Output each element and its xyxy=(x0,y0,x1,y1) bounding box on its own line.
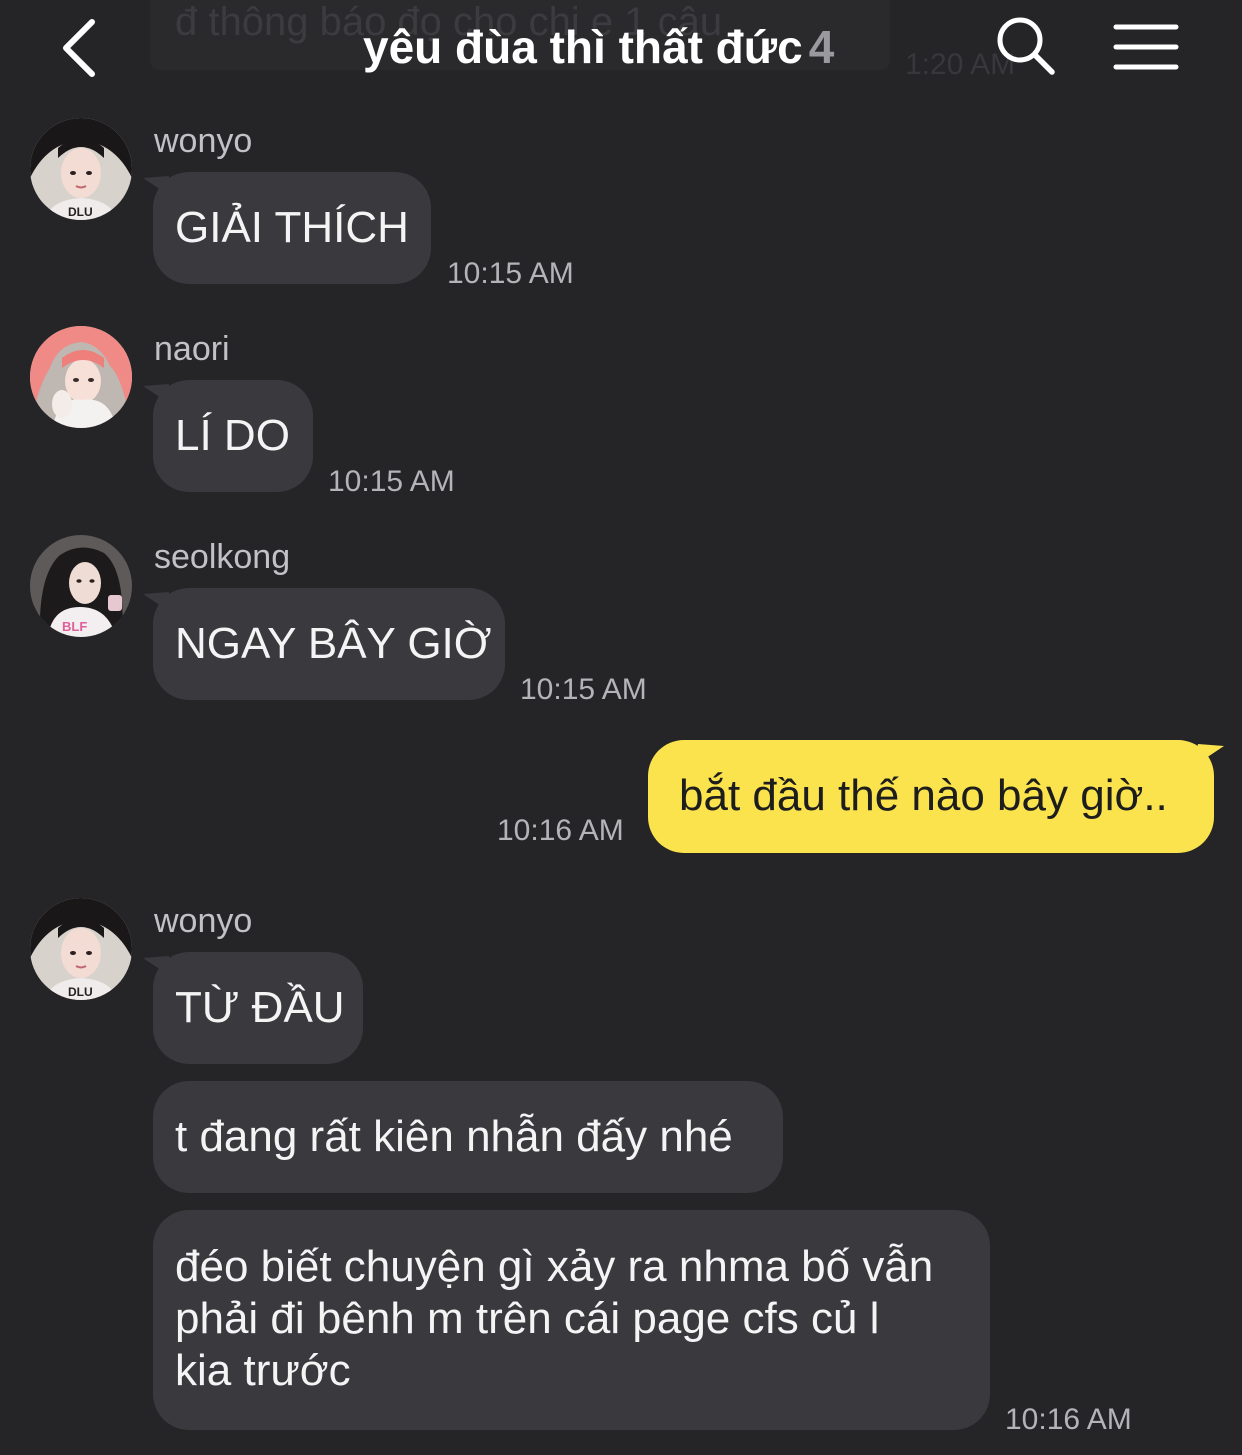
message-text-line: đéo biết chuyện gì xảy ra nhma bố vẫn xyxy=(175,1242,934,1291)
message-bubble[interactable]: GIẢI THÍCH xyxy=(143,172,431,284)
message-bubble[interactable]: t đang rất kiên nhẫn đấy nhé xyxy=(153,1081,783,1193)
avatar-image: BLF xyxy=(30,535,132,637)
message-text: TỪ ĐẦU xyxy=(175,983,345,1032)
message-time: 10:15 AM xyxy=(520,673,647,706)
avatar-seolkong[interactable]: BLF xyxy=(30,535,132,637)
svg-text:BLF: BLF xyxy=(62,619,87,634)
avatar-wonyo[interactable]: DLU xyxy=(30,898,132,1000)
svg-text:DLU: DLU xyxy=(68,205,93,219)
message-text-line: phải đi bênh m trên cái page cfs củ l xyxy=(175,1294,880,1343)
message-time: 10:15 AM xyxy=(328,465,455,498)
chat-title-text: yêu đùa thì thất đức xyxy=(363,21,803,73)
bubble-tail xyxy=(143,176,173,198)
chevron-left-icon xyxy=(63,19,95,77)
message-time: 10:15 AM xyxy=(447,257,574,290)
avatar-naori[interactable] xyxy=(30,326,132,428)
bubble-tail xyxy=(143,592,173,614)
bubble-tail xyxy=(143,384,173,406)
sender-name: wonyo xyxy=(154,902,253,940)
svg-text:DLU: DLU xyxy=(68,985,93,999)
message-text: t đang rất kiên nhẫn đấy nhé xyxy=(175,1112,733,1161)
message-bubble[interactable]: TỪ ĐẦU xyxy=(143,952,363,1064)
avatar-image: DLU xyxy=(30,118,132,220)
message-bubble[interactable]: NGAY BÂY GIỜ xyxy=(143,588,505,700)
message-text: NGAY BÂY GIỜ xyxy=(175,619,492,668)
message-bubble[interactable]: LÍ DO xyxy=(143,380,313,492)
search-icon xyxy=(997,17,1055,75)
message-text: bắt đầu thế nào bây giờ.. xyxy=(679,771,1168,820)
avatar-image: DLU xyxy=(30,898,132,1000)
menu-button[interactable] xyxy=(1112,22,1180,72)
sender-name: wonyo xyxy=(154,122,253,160)
avatar-image xyxy=(30,326,132,428)
message-text: LÍ DO xyxy=(175,411,290,460)
chat-title: yêu đùa thì thất đức 4 xyxy=(363,20,834,74)
message-text-line: kia trước xyxy=(175,1346,351,1395)
chat-header: đ thông báo đọ cho chị e 1 câu 1:20 AM y… xyxy=(0,0,1242,100)
search-button[interactable] xyxy=(994,14,1058,78)
message-time: 10:16 AM xyxy=(1005,1403,1132,1436)
message-time: 10:16 AM xyxy=(497,814,624,847)
message-text: GIẢI THÍCH xyxy=(175,203,409,252)
hamburger-menu-icon xyxy=(1113,24,1179,70)
bubble-tail xyxy=(1194,744,1224,766)
bubble-tail xyxy=(143,956,173,978)
outgoing-message-bubble[interactable]: bắt đầu thế nào bây giờ.. xyxy=(648,740,1224,853)
message-bubble[interactable]: đéo biết chuyện gì xảy ra nhma bố vẫn ph… xyxy=(153,1210,990,1430)
back-button[interactable] xyxy=(58,16,118,80)
sender-name: naori xyxy=(154,330,230,368)
avatar-wonyo[interactable]: DLU xyxy=(30,118,132,220)
sender-name: seolkong xyxy=(154,538,291,576)
member-count: 4 xyxy=(808,21,835,73)
